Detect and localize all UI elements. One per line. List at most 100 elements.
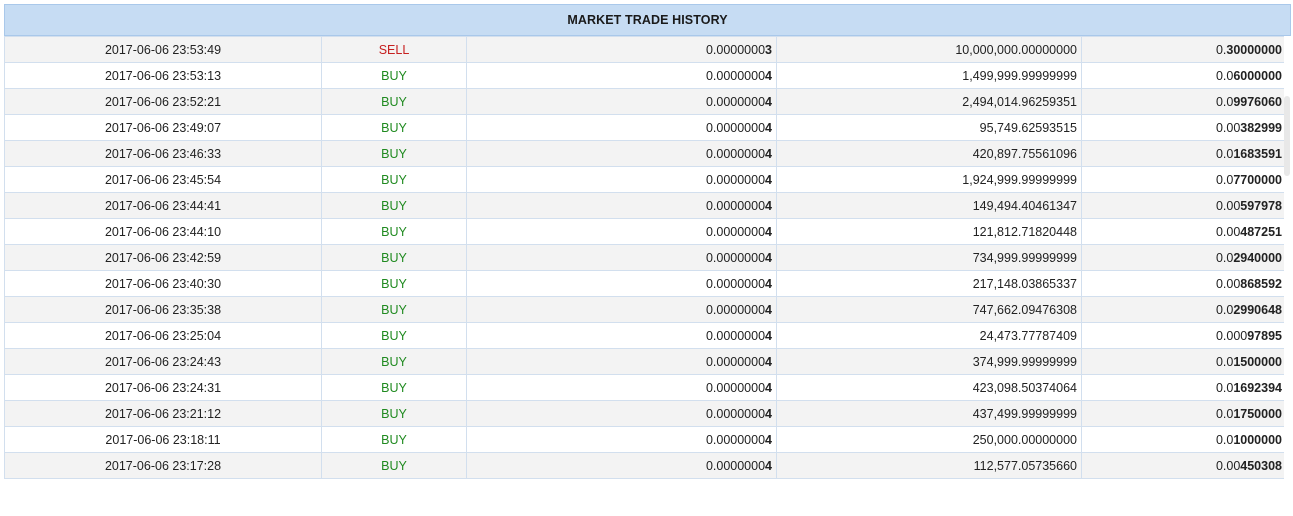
vertical-scrollbar[interactable] [1284, 36, 1290, 502]
trade-price: 0.00000004 [466, 400, 777, 427]
trade-date: 2017-06-06 23:42:59 [4, 244, 322, 271]
trade-date: 2017-06-06 23:21:12 [4, 400, 322, 427]
trade-total: 0.06000000 [1081, 62, 1287, 89]
trade-date: 2017-06-06 23:49:07 [4, 114, 322, 141]
total-prefix: 0.0 [1215, 146, 1234, 161]
total-significant: 1683591 [1233, 146, 1282, 161]
trade-price: 0.00000004 [466, 140, 777, 167]
panel-title: MARKET TRADE HISTORY [4, 4, 1291, 36]
total-prefix: 0.0 [1215, 380, 1234, 395]
total-significant: 30000000 [1226, 42, 1282, 57]
trade-type: BUY [321, 270, 467, 297]
trade-price: 0.00000004 [466, 270, 777, 297]
trade-amount: 1,924,999.99999999 [776, 166, 1082, 193]
trade-rows: 2017-06-06 23:53:49 SELL 0.00000003 10,000,… [4, 36, 1287, 479]
trade-type: BUY [321, 296, 467, 323]
trade-total: 0.01683591 [1081, 140, 1287, 167]
price-prefix: 0.0000000 [705, 42, 766, 57]
price-significant: 4 [765, 68, 772, 83]
trade-date: 2017-06-06 23:24:43 [4, 348, 322, 375]
trade-date: 2017-06-06 23:52:21 [4, 88, 322, 115]
trade-type: BUY [321, 218, 467, 245]
price-significant: 4 [765, 94, 772, 109]
trade-date: 2017-06-06 23:24:31 [4, 374, 322, 401]
trade-date: 2017-06-06 23:35:38 [4, 296, 322, 323]
trade-amount: 121,812.71820448 [776, 218, 1082, 245]
trade-date: 2017-06-06 23:53:13 [4, 62, 322, 89]
trade-total: 0.00450308 [1081, 452, 1287, 479]
price-significant: 4 [765, 120, 772, 135]
trade-total: 0.30000000 [1081, 36, 1287, 63]
trade-total: 0.01692394 [1081, 374, 1287, 401]
total-prefix: 0.0 [1215, 354, 1234, 369]
trade-price: 0.00000004 [466, 192, 777, 219]
price-prefix: 0.0000000 [705, 94, 766, 109]
trade-total: 0.01750000 [1081, 400, 1287, 427]
price-prefix: 0.0000000 [705, 146, 766, 161]
trade-date: 2017-06-06 23:45:54 [4, 166, 322, 193]
total-prefix: 0.00 [1215, 458, 1241, 473]
trade-amount: 734,999.99999999 [776, 244, 1082, 271]
trade-amount: 112,577.05735660 [776, 452, 1082, 479]
trade-date: 2017-06-06 23:46:33 [4, 140, 322, 167]
trade-price: 0.00000004 [466, 114, 777, 141]
trade-amount: 374,999.99999999 [776, 348, 1082, 375]
trade-type: BUY [321, 426, 467, 453]
table-row: 2017-06-06 23:49:07 BUY 0.00000004 95,749.6… [4, 114, 1287, 141]
price-prefix: 0.0000000 [705, 68, 766, 83]
trade-total: 0.00597978 [1081, 192, 1287, 219]
price-prefix: 0.0000000 [705, 250, 766, 265]
price-prefix: 0.0000000 [705, 432, 766, 447]
total-prefix: 0.0 [1215, 302, 1234, 317]
total-prefix: 0.0 [1215, 406, 1234, 421]
table-row: 2017-06-06 23:52:21 BUY 0.00000004 2,494,01… [4, 88, 1287, 115]
table-row: 2017-06-06 23:21:12 BUY 0.00000004 437,499.… [4, 400, 1287, 427]
trade-type: BUY [321, 192, 467, 219]
trade-total: 0.00487251 [1081, 218, 1287, 245]
trade-price: 0.00000004 [466, 88, 777, 115]
table-row: 2017-06-06 23:53:13 BUY 0.00000004 1,499,99… [4, 62, 1287, 89]
trade-type: BUY [321, 114, 467, 141]
trade-date: 2017-06-06 23:40:30 [4, 270, 322, 297]
trade-type: BUY [321, 88, 467, 115]
total-prefix: 0.00 [1215, 276, 1241, 291]
table-row: 2017-06-06 23:18:11 BUY 0.00000004 250,000.… [4, 426, 1287, 453]
total-significant: 868592 [1240, 276, 1282, 291]
trade-price: 0.00000004 [466, 244, 777, 271]
trade-price: 0.00000004 [466, 452, 777, 479]
total-significant: 1500000 [1233, 354, 1282, 369]
trade-type: BUY [321, 400, 467, 427]
total-prefix: 0.0 [1215, 250, 1234, 265]
trade-price: 0.00000004 [466, 218, 777, 245]
total-significant: 487251 [1240, 224, 1282, 239]
table-row: 2017-06-06 23:44:41 BUY 0.00000004 149,494.… [4, 192, 1287, 219]
table-row: 2017-06-06 23:45:54 BUY 0.00000004 1,924,99… [4, 166, 1287, 193]
total-significant: 2990648 [1233, 302, 1282, 317]
trade-date: 2017-06-06 23:18:11 [4, 426, 322, 453]
total-prefix: 0.0 [1215, 68, 1234, 83]
total-significant: 97895 [1247, 328, 1282, 343]
table-row: 2017-06-06 23:25:04 BUY 0.00000004 24,473.7… [4, 322, 1287, 349]
trade-amount: 2,494,014.96259351 [776, 88, 1082, 115]
trade-amount: 217,148.03865337 [776, 270, 1082, 297]
total-significant: 2940000 [1233, 250, 1282, 265]
trade-date: 2017-06-06 23:25:04 [4, 322, 322, 349]
trade-history-table: 2017-06-06 23:53:49 SELL 0.00000003 10,000,… [4, 36, 1287, 479]
table-row: 2017-06-06 23:24:43 BUY 0.00000004 374,999.… [4, 348, 1287, 375]
total-significant: 1000000 [1233, 432, 1282, 447]
table-row: 2017-06-06 23:40:30 BUY 0.00000004 217,148.… [4, 270, 1287, 297]
price-significant: 4 [765, 406, 772, 421]
trade-total: 0.02940000 [1081, 244, 1287, 271]
price-prefix: 0.0000000 [705, 276, 766, 291]
total-significant: 1692394 [1233, 380, 1282, 395]
total-significant: 382999 [1240, 120, 1282, 135]
price-prefix: 0.0000000 [705, 328, 766, 343]
scrollbar-thumb[interactable] [1284, 96, 1290, 176]
trade-amount: 250,000.00000000 [776, 426, 1082, 453]
table-row: 2017-06-06 23:44:10 BUY 0.00000004 121,812.… [4, 218, 1287, 245]
trade-price: 0.00000004 [466, 322, 777, 349]
trade-amount: 437,499.99999999 [776, 400, 1082, 427]
trade-type: BUY [321, 322, 467, 349]
price-significant: 4 [765, 302, 772, 317]
table-row: 2017-06-06 23:35:38 BUY 0.00000004 747,662.… [4, 296, 1287, 323]
